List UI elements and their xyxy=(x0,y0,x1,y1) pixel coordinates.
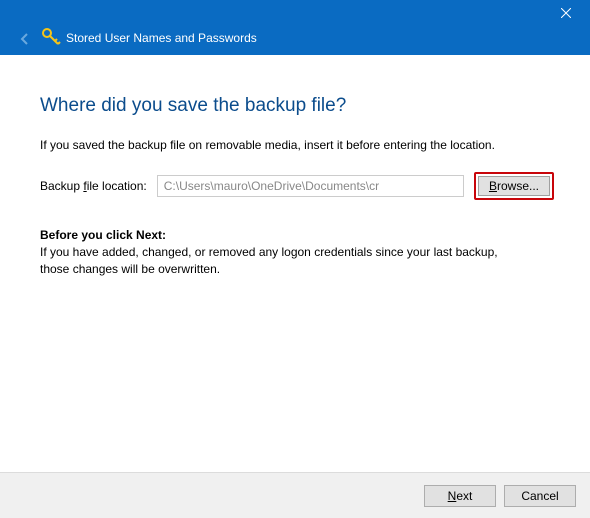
page-heading: Where did you save the backup file? xyxy=(40,95,554,117)
backup-location-row: Backup file location: Browse... xyxy=(40,172,554,200)
backup-location-input[interactable] xyxy=(157,175,464,197)
backup-location-label: Backup file location: xyxy=(40,179,147,193)
warning-text: If you have added, changed, or removed a… xyxy=(40,244,510,278)
intro-text: If you saved the backup file on removabl… xyxy=(40,137,510,154)
window-title: Stored User Names and Passwords xyxy=(66,31,257,45)
cancel-button[interactable]: Cancel xyxy=(504,485,576,507)
close-button[interactable] xyxy=(543,2,588,24)
key-icon xyxy=(41,27,61,50)
wizard-content: Where did you save the backup file? If y… xyxy=(0,55,590,277)
warning-heading: Before you click Next: xyxy=(40,228,554,242)
wizard-footer: Next Cancel xyxy=(0,472,590,518)
browse-highlight: Browse... xyxy=(474,172,554,200)
back-button[interactable] xyxy=(16,30,34,48)
titlebar: Stored User Names and Passwords xyxy=(0,0,590,55)
next-button[interactable]: Next xyxy=(424,485,496,507)
browse-button[interactable]: Browse... xyxy=(478,176,550,196)
